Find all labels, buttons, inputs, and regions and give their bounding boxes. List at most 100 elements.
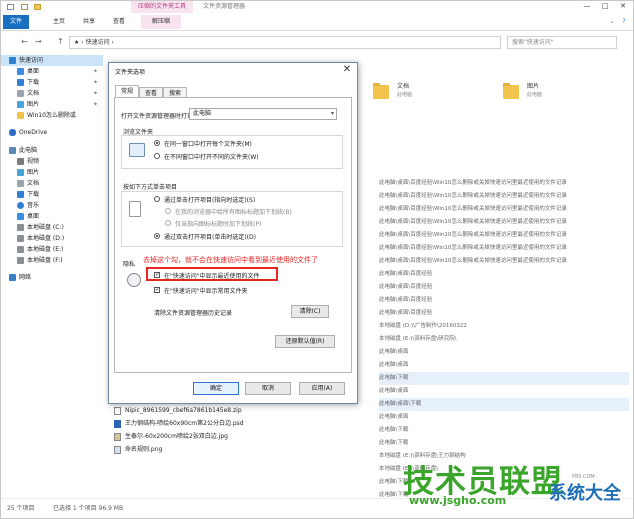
cancel-button[interactable]: 取消 [245, 382, 291, 395]
list-item[interactable]: 生泰尔-60x200cm喷绘2张双白边.jpg [114, 430, 228, 443]
list-item-location[interactable]: 本地磁盘 (E:)\资料存盘\研究院\ [379, 333, 629, 346]
forward-button[interactable]: → [35, 38, 42, 46]
list-item-location[interactable]: 本地磁盘 (D:)\广告制作\20160322 [379, 320, 629, 333]
browse-new-window-label[interactable]: 在不同窗口中打开不同的文件夹(W) [164, 152, 259, 161]
list-item-location[interactable]: 此电脑\桌面\百度经验 [379, 294, 629, 307]
pin-icon[interactable]: ✦ [93, 66, 98, 77]
drive-icon [17, 257, 24, 264]
help-icon[interactable]: ? [619, 15, 629, 29]
list-item-location[interactable]: 此电脑\下载 [379, 372, 629, 385]
minimize-button[interactable]: — [579, 1, 595, 13]
sidebar-item-videos[interactable]: 视频 [1, 156, 103, 167]
list-item-location[interactable]: 此电脑\桌面\百度经验 [379, 268, 629, 281]
list-item-location[interactable]: 此电脑\桌面\百度经验 [379, 281, 629, 294]
show-frequent-folders-checkbox[interactable] [154, 286, 160, 294]
address-bar[interactable]: ★ › 快速访问 › [69, 36, 501, 49]
maximize-button[interactable]: □ [597, 1, 613, 13]
tab-view[interactable]: 查看 [109, 15, 129, 29]
list-item-location[interactable]: 此电脑\桌面\下载 [379, 398, 629, 411]
single-click-label[interactable]: 通过单击打开项目(指向时选定)(S) [164, 195, 255, 204]
open-explorer-select[interactable]: 此电脑 ▾ [189, 108, 337, 120]
single-click-radio[interactable] [154, 196, 160, 202]
sidebar-item-quick-access[interactable]: 快速访问 [1, 55, 103, 66]
ok-button[interactable]: 确定 [193, 382, 239, 395]
tab-home[interactable]: 主页 [49, 15, 69, 29]
list-item[interactable]: 命名规则.png [114, 443, 162, 456]
sidebar-item-drive-f[interactable]: 本地磁盘 (F:) [1, 255, 103, 266]
sidebar-item-pc-documents[interactable]: 文档 [1, 178, 103, 189]
sidebar-item-this-pc[interactable]: 此电脑 [1, 145, 103, 156]
list-item-location[interactable]: 此电脑\桌面 [379, 411, 629, 424]
document-icon [17, 180, 24, 187]
click-group-title: 按如下方式单击项目 [123, 184, 178, 191]
list-item-location[interactable]: 此电脑\桌面\百度经验\Win10怎么删除或关掉快速访问里最近使用的文件记录 [379, 242, 629, 255]
list-item-location[interactable]: 此电脑\下载 [379, 424, 629, 437]
navigation-pane: 快速访问 桌面 ✦ 下载 ✦ 文档 ✦ 图片 ✦ Win10怎么删除或 OneD… [1, 55, 105, 495]
back-button[interactable]: ← [21, 38, 28, 46]
double-click-radio[interactable] [154, 233, 160, 239]
sidebar-item-pictures[interactable]: 图片 ✦ [1, 99, 103, 110]
list-item-location[interactable]: 此电脑\桌面 [379, 385, 629, 398]
list-item-location[interactable]: 此电脑\桌面\百度经验\Win10怎么删除或关掉快速访问里最近使用的文件记录 [379, 190, 629, 203]
sidebar-item-music[interactable]: 音乐 [1, 200, 103, 211]
sidebar-item-documents[interactable]: 文档 ✦ [1, 88, 103, 99]
properties-icon[interactable] [21, 4, 28, 10]
dialog-close-button[interactable]: ✕ [341, 64, 353, 76]
tab-file[interactable]: 文件 [3, 15, 29, 29]
sidebar-item-network[interactable]: 网络 [1, 272, 103, 283]
sidebar-item-drive-c[interactable]: 本地磁盘 (C:) [1, 222, 103, 233]
folder-documents-icon[interactable] [373, 83, 389, 99]
browse-new-window-radio[interactable] [154, 153, 160, 159]
tab-share[interactable]: 共享 [79, 15, 99, 29]
list-item-location[interactable]: 此电脑\桌面\百度经验\Win10怎么删除或关掉快速访问里最近使用的文件记录 [379, 203, 629, 216]
underline-hover-label: 仅当指向图标标题时加下划线(P) [175, 221, 262, 228]
pin-icon[interactable]: ✦ [93, 99, 98, 110]
tab-extract[interactable]: 解压缩 [141, 15, 181, 29]
window-title: 文件资源管理器 [203, 3, 246, 10]
sidebar-item-pc-desktop[interactable]: 桌面 [1, 211, 103, 222]
click-pointer-icon [129, 201, 141, 217]
list-item-location[interactable]: 此电脑\桌面 [379, 359, 629, 372]
up-button[interactable]: ↑ [57, 38, 64, 46]
clear-history-button[interactable]: 清除(C) [291, 305, 329, 318]
status-bar: 25 个项目 已选择 1 个项目 96.9 MB [1, 498, 633, 518]
sidebar-item-drive-e[interactable]: 本地磁盘 (E:) [1, 244, 103, 255]
sidebar-item-drive-d[interactable]: 本地磁盘 (D:) [1, 233, 103, 244]
list-item-location[interactable]: 此电脑\桌面 [379, 346, 629, 359]
ribbon-tabs: 文件 主页 共享 查看 解压缩 ⌄ ? [1, 13, 633, 31]
list-item-location[interactable]: 此电脑\下载 [379, 437, 629, 450]
list-item-location[interactable]: 此电脑\桌面\百度经验 [379, 307, 629, 320]
list-item[interactable]: Nipic_8961599_cbef6a7861b145e8.zip [114, 404, 242, 417]
list-item[interactable]: 王力钢结构-喷绘60x90cm第2公分白边.psd [114, 417, 244, 430]
browse-same-window-label[interactable]: 在同一窗口中打开每个文件夹(M) [164, 139, 252, 148]
folder-pictures-name[interactable]: 图片 [527, 81, 539, 90]
sidebar-item-downloads[interactable]: 下载 ✦ [1, 77, 103, 88]
search-input[interactable]: 搜索"快速访问" [507, 36, 617, 49]
pin-icon[interactable]: ✦ [93, 77, 98, 88]
show-frequent-folders-label[interactable]: 在"快速访问"中显示常用文件夹 [164, 286, 248, 295]
browse-same-window-radio[interactable] [154, 140, 160, 146]
list-item-location[interactable]: 此电脑\桌面\百度经验\Win10怎么删除或关掉快速访问里最近使用的文件记录 [379, 255, 629, 268]
cloud-icon [9, 129, 16, 136]
folder-documents-location: 此电脑 [397, 92, 413, 98]
drive-icon [17, 235, 24, 242]
new-folder-icon[interactable] [34, 4, 41, 10]
selection-info: 已选择 1 个项目 96.9 MB [53, 505, 124, 512]
sidebar-item-onedrive[interactable]: OneDrive [1, 127, 103, 138]
list-item-location[interactable]: 此电脑\桌面\百度经验\Win10怎么删除或关掉快速访问里最近使用的文件记录 [379, 216, 629, 229]
double-click-label[interactable]: 通过双击打开项目(单击时选定)(D) [164, 232, 256, 241]
sidebar-item-desktop[interactable]: 桌面 ✦ [1, 66, 103, 77]
folder-pictures-icon[interactable] [503, 83, 519, 99]
sidebar-item-pc-downloads[interactable]: 下载 [1, 189, 103, 200]
pin-icon[interactable]: ✦ [93, 88, 98, 99]
sidebar-item-pc-pictures[interactable]: 图片 [1, 167, 103, 178]
folder-documents-name[interactable]: 文档 [397, 81, 409, 90]
ribbon-expand-icon[interactable]: ⌄ [607, 15, 617, 29]
apply-button[interactable]: 应用(A) [299, 382, 345, 395]
list-item-location[interactable]: 此电脑\桌面\百度经验\Win10怎么删除或关掉快速访问里最近使用的文件记录 [379, 177, 629, 190]
list-item-location[interactable]: 此电脑\桌面\百度经验\Win10怎么删除或关掉快速访问里最近使用的文件记录 [379, 229, 629, 242]
privacy-group-title: 隐私 [123, 261, 136, 268]
restore-defaults-button[interactable]: 还原默认值(R) [275, 335, 335, 348]
sidebar-item-win10-folder[interactable]: Win10怎么删除或 [1, 110, 103, 121]
close-button[interactable]: ✕ [615, 1, 631, 13]
